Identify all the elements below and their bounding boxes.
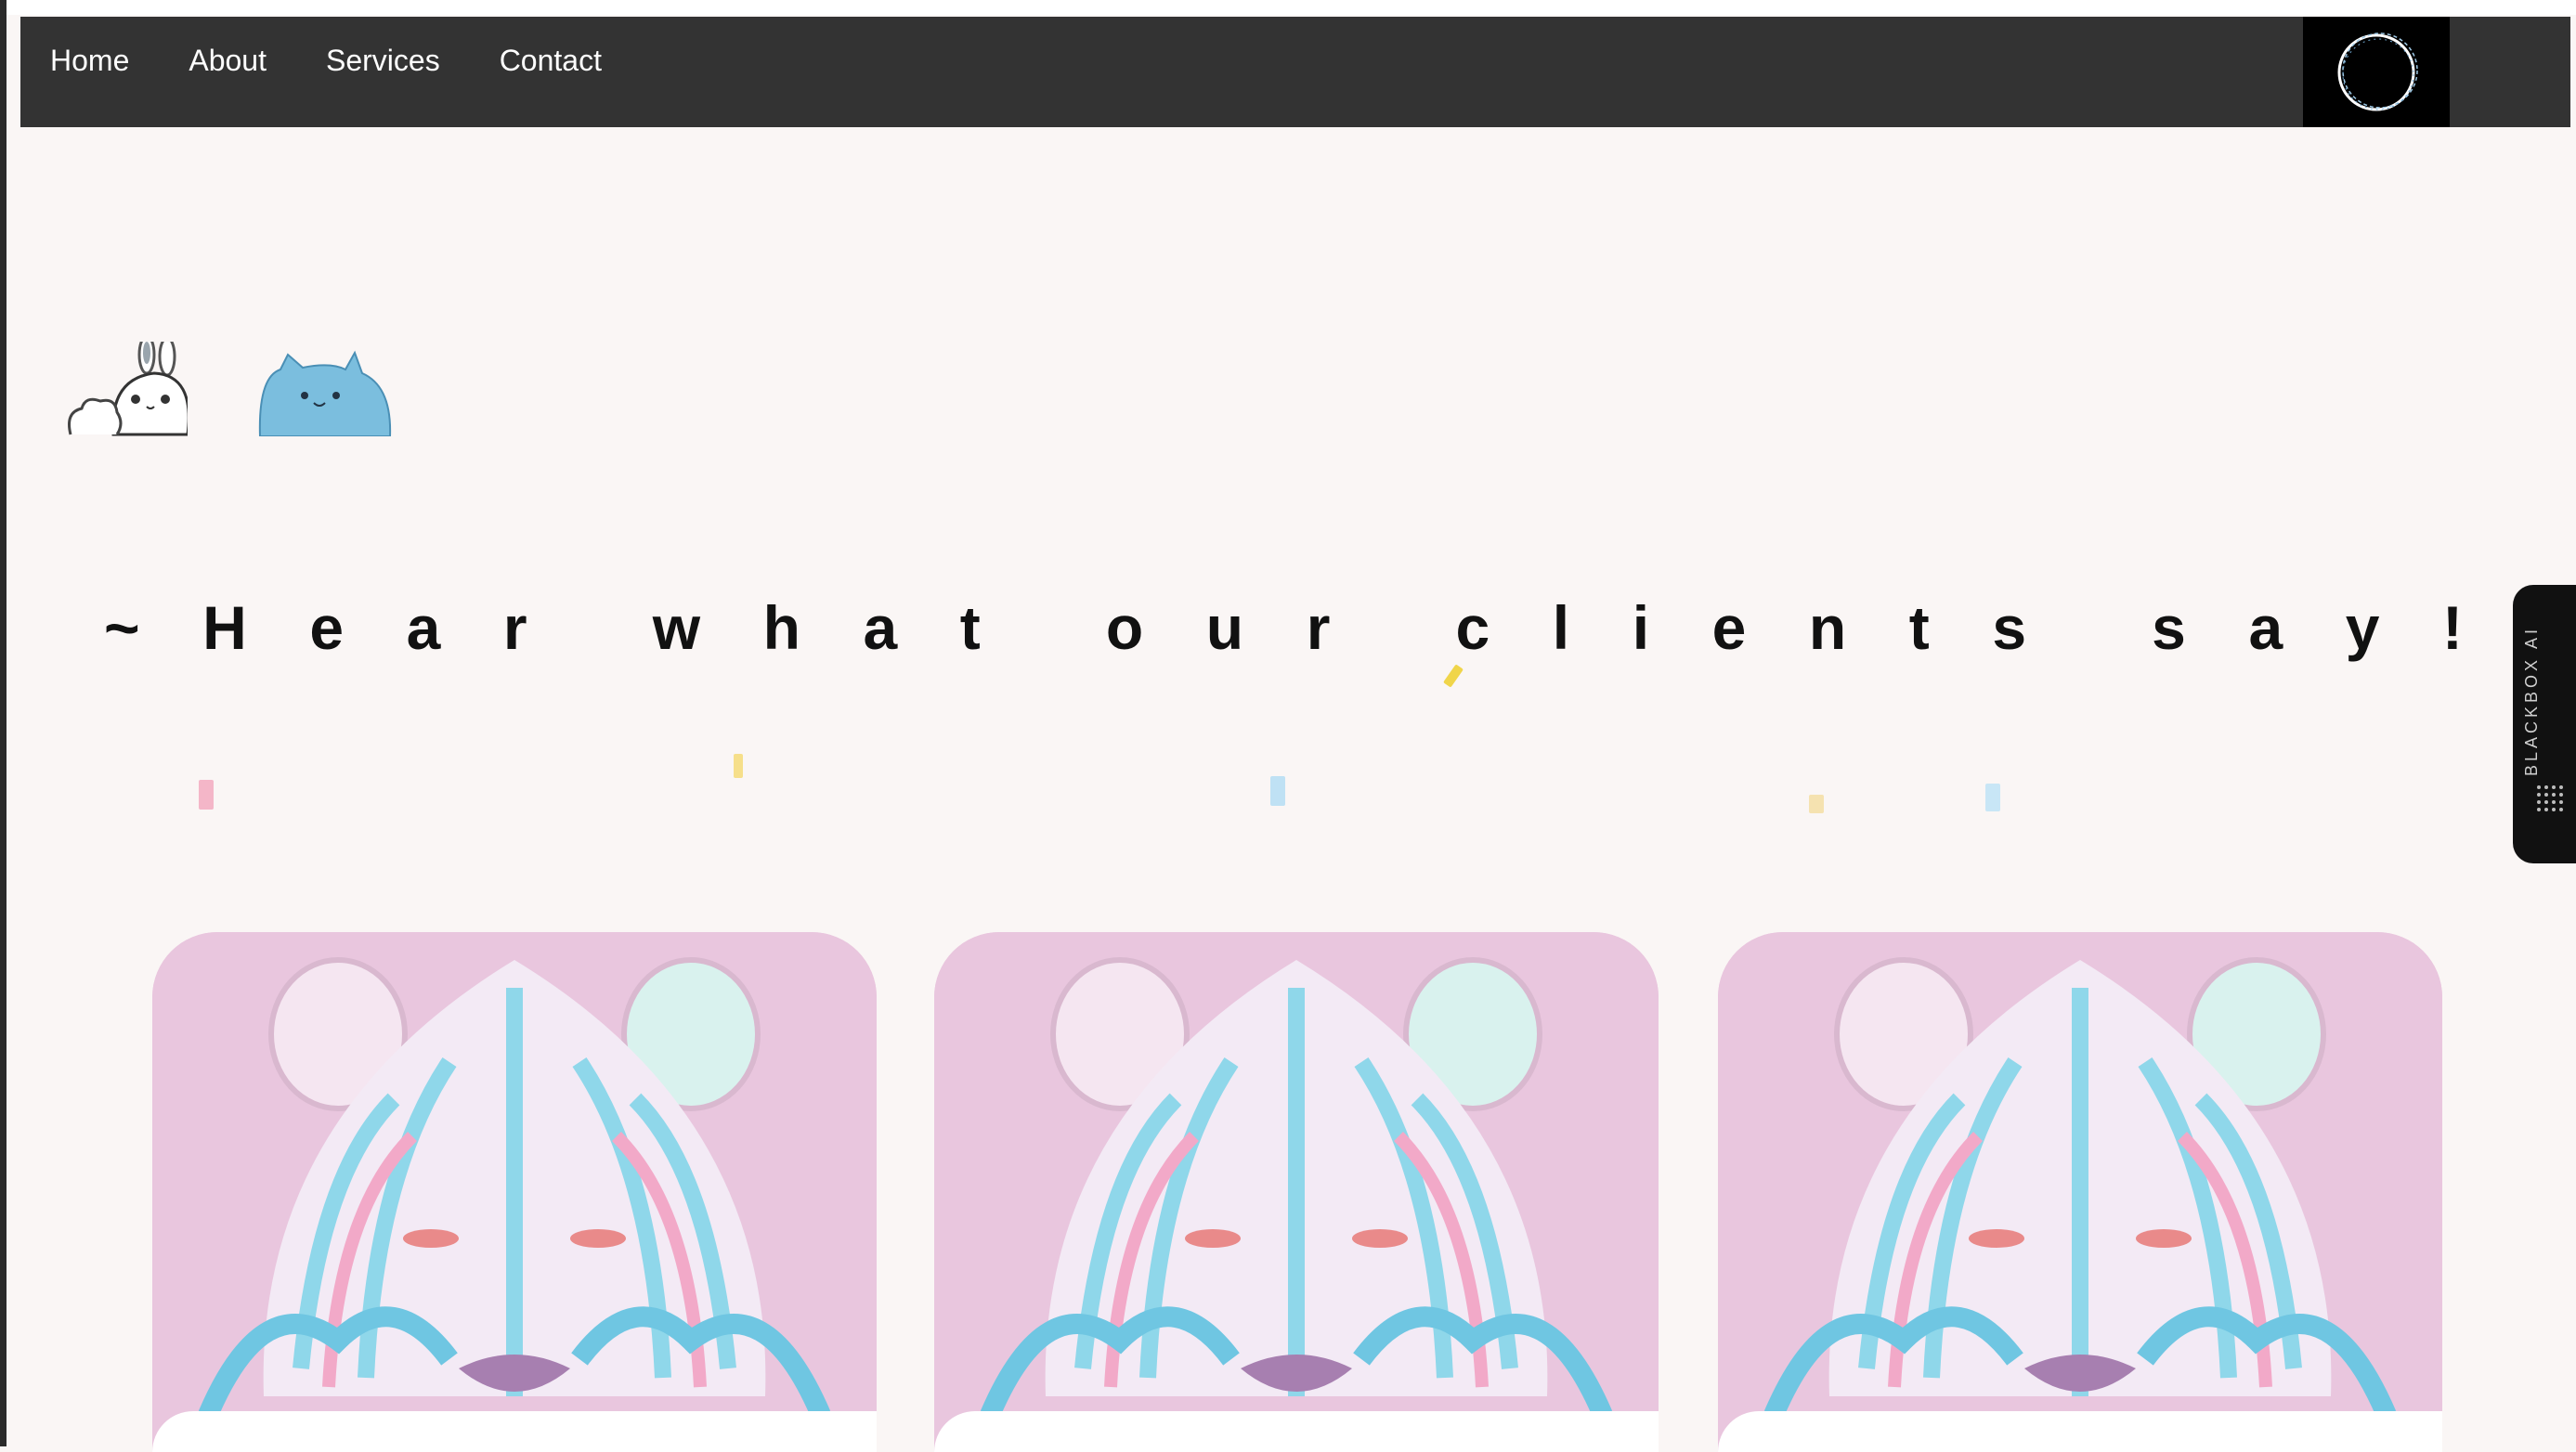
confetti-piece: [734, 754, 743, 778]
heading-char: t: [1908, 593, 1930, 662]
heading-char: t: [959, 593, 981, 662]
logo[interactable]: [2303, 17, 2450, 127]
heading-char: r: [1306, 593, 1331, 662]
testimonial-card[interactable]: [1718, 932, 2442, 1452]
heading-char: a: [406, 593, 441, 662]
heading-char: w: [652, 593, 701, 662]
confetti-piece: [1809, 795, 1824, 813]
browser-top-strip: [0, 0, 2576, 15]
confetti-piece: [199, 780, 214, 810]
circle-logo-icon: [2337, 32, 2418, 110]
confetti-piece: [1443, 664, 1464, 688]
blackbox-ai-tab[interactable]: BLACKBOX AI: [2513, 585, 2576, 863]
heading-char: e: [1711, 593, 1747, 662]
heading-char: H: [202, 593, 247, 662]
pastel-bear-illustration: [934, 932, 1659, 1452]
heading-char: o: [1105, 593, 1144, 662]
heading-char: a: [863, 593, 898, 662]
bunny-mascot: [65, 334, 190, 436]
confetti-piece: [1985, 784, 2000, 811]
blackbox-ai-label: BLACKBOX AI: [2522, 625, 2541, 777]
nav-link-contact[interactable]: Contact: [500, 44, 602, 78]
heading-char: s: [2152, 593, 2186, 662]
window-left-edge: [0, 0, 7, 1446]
blue-cat-mascot: [256, 349, 392, 437]
heading-char: l: [1552, 593, 1570, 662]
navbar: Home About Services Contact: [20, 17, 2570, 127]
dots-icon: [2537, 785, 2563, 811]
testimonial-card[interactable]: [152, 932, 877, 1452]
pastel-bear-illustration: [152, 932, 877, 1452]
heading-char: e: [309, 593, 345, 662]
card-body: [1718, 1411, 2442, 1452]
heading-char: !: [2442, 593, 2463, 662]
heading-char: h: [762, 593, 800, 662]
testimonial-card[interactable]: [934, 932, 1659, 1452]
heading-char: ~: [104, 593, 140, 662]
nav-link-home[interactable]: Home: [50, 44, 129, 78]
nav-links: Home About Services Contact: [50, 17, 661, 104]
heading-char: c: [1455, 593, 1490, 662]
heading-char: u: [1205, 593, 1244, 662]
heading-char: i: [1632, 593, 1650, 662]
heading-char: s: [1992, 593, 2027, 662]
card-body: [152, 1411, 877, 1452]
confetti-piece: [1270, 776, 1285, 806]
testimonials-heading: ~ H e a r w h a t o u r c l i e n t s s …: [104, 590, 2463, 665]
heading-char: r: [502, 593, 527, 662]
card-body: [934, 1411, 1659, 1452]
heading-char: y: [2345, 593, 2380, 662]
heading-char: n: [1808, 593, 1847, 662]
pastel-bear-illustration: [1718, 932, 2442, 1452]
heading-char: a: [2248, 593, 2283, 662]
nav-link-services[interactable]: Services: [326, 44, 440, 78]
nav-link-about[interactable]: About: [189, 44, 267, 78]
